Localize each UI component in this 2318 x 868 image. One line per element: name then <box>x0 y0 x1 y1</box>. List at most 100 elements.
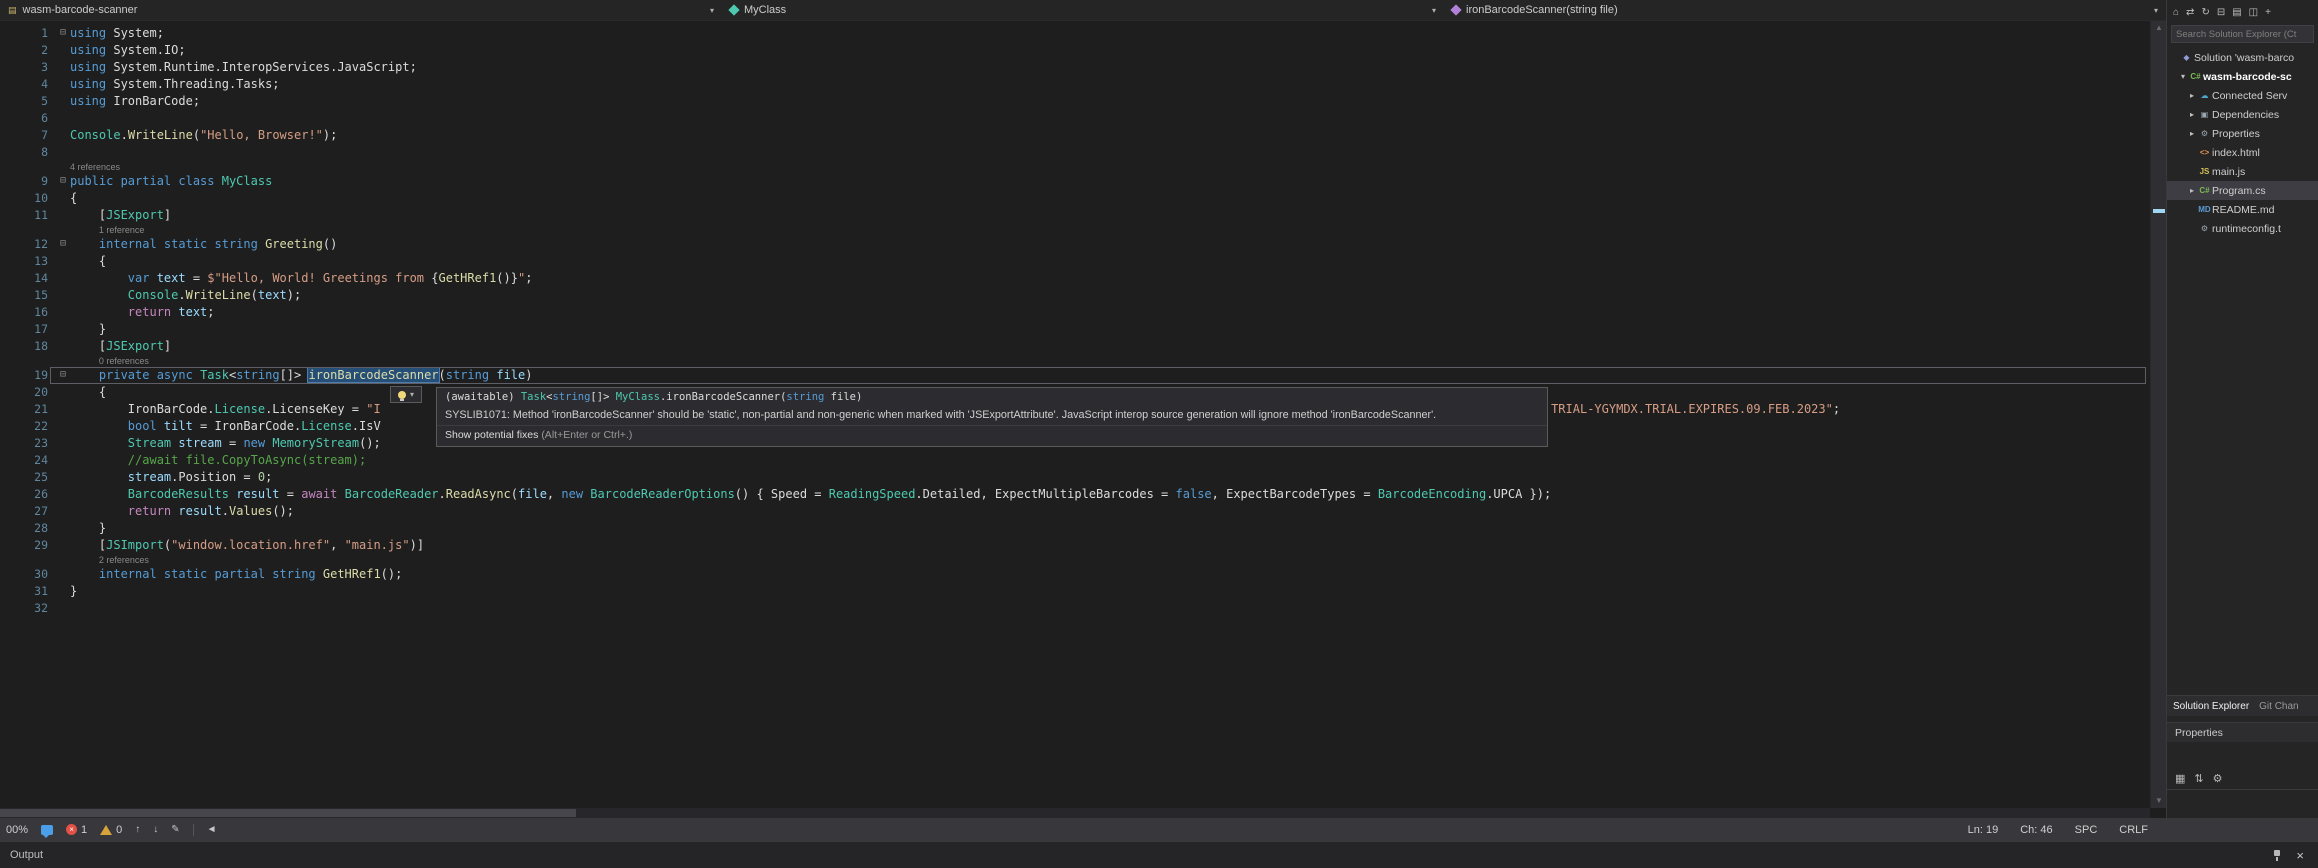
code-line-14[interactable]: 14 var text = $"Hello, World! Greetings … <box>0 270 2150 287</box>
line-number[interactable]: 20 <box>0 384 56 401</box>
codelens-references[interactable]: 4 references <box>0 161 2150 173</box>
tree-item-main-js[interactable]: JS main.js <box>2167 162 2318 181</box>
warning-count[interactable]: 0 <box>100 824 122 836</box>
sort-alphabetical-icon[interactable]: ⇅ <box>2194 772 2203 785</box>
code-line-17[interactable]: 17 } <box>0 321 2150 338</box>
code-line-29[interactable]: 29 [JSImport("window.location.href", "ma… <box>0 537 2150 554</box>
codelens-label[interactable]: 4 references <box>56 161 120 173</box>
code-line-2[interactable]: 2 using System.IO; <box>0 42 2150 59</box>
chevron-down-icon[interactable]: ▾ <box>2154 6 2158 15</box>
line-number[interactable]: 16 <box>0 304 56 321</box>
line-number[interactable]: 13 <box>0 253 56 270</box>
code-line-13[interactable]: 13 { <box>0 253 2150 270</box>
code-line-15[interactable]: 15 Console.WriteLine(text); <box>0 287 2150 304</box>
breadcrumb-type-dropdown[interactable]: MyClass ▾ <box>722 0 1444 20</box>
tree-item-index-html[interactable]: <> index.html <box>2167 143 2318 162</box>
zoom-level[interactable]: 00% <box>6 824 28 836</box>
code-line-5[interactable]: 5 using IronBarCode; <box>0 93 2150 110</box>
line-number[interactable]: 19 <box>0 367 56 384</box>
line-number[interactable]: 3 <box>0 59 56 76</box>
line-number[interactable]: 29 <box>0 537 56 554</box>
chevron-down-icon[interactable]: ▾ <box>1432 6 1436 15</box>
close-icon[interactable]: × <box>2296 849 2304 862</box>
line-number[interactable]: 2 <box>0 42 56 59</box>
line-number[interactable]: 1 <box>0 25 56 42</box>
code-line-24[interactable]: 24 //await file.CopyToAsync(stream); <box>0 452 2150 469</box>
line-number[interactable]: 21 <box>0 401 56 418</box>
code-line-10[interactable]: 10 { <box>0 190 2150 207</box>
feedback-icon[interactable] <box>41 824 54 838</box>
line-ending-indicator[interactable]: CRLF <box>2119 824 2148 836</box>
property-pages-icon[interactable]: ⚙ <box>2213 772 2223 785</box>
line-number[interactable]: 25 <box>0 469 56 486</box>
code-line-3[interactable]: 3 using System.Runtime.InteropServices.Ja… <box>0 59 2150 76</box>
line-number[interactable]: 24 <box>0 452 56 469</box>
code-line-16[interactable]: 16 return text; <box>0 304 2150 321</box>
scroll-up-icon[interactable]: ▲ <box>2151 21 2167 35</box>
quick-actions-lightbulb[interactable]: ▾ <box>390 386 422 403</box>
code-line-25[interactable]: 25 stream.Position = 0; <box>0 469 2150 486</box>
line-number[interactable]: 4 <box>0 76 56 93</box>
line-number[interactable]: 11 <box>0 207 56 224</box>
chevron-down-icon[interactable]: ▾ <box>410 390 414 399</box>
code-line-26[interactable]: 26 BarcodeResults result = await Barcode… <box>0 486 2150 503</box>
preview-selected-icon[interactable]: ◫ <box>2249 7 2258 18</box>
collapse-all-icon[interactable]: ⊟ <box>2217 7 2225 18</box>
line-number[interactable]: 12 <box>0 236 56 253</box>
tree-item-program-cs[interactable]: ▸ C# Program.cs <box>2167 181 2318 200</box>
line-number[interactable]: 6 <box>0 110 56 127</box>
line-number[interactable]: 9 <box>0 173 56 190</box>
tree-expander-icon[interactable]: ▸ <box>2187 186 2197 195</box>
pin-icon[interactable] <box>2272 849 2282 862</box>
highlighted-symbol[interactable]: ironBarcodeScanner <box>307 367 440 383</box>
line-number[interactable]: 23 <box>0 435 56 452</box>
code-line-27[interactable]: 27 return result.Values(); <box>0 503 2150 520</box>
tree-expander-icon[interactable]: ▸ <box>2187 91 2197 100</box>
show-potential-fixes-link[interactable]: Show potential fixes (Alt+Enter or Ctrl+… <box>437 425 1547 446</box>
line-number[interactable]: 14 <box>0 270 56 287</box>
line-number[interactable]: 31 <box>0 583 56 600</box>
code-line-28[interactable]: 28 } <box>0 520 2150 537</box>
codelens-references[interactable]: 0 references <box>0 355 2150 367</box>
code-line-32[interactable]: 32 <box>0 600 2150 617</box>
fix-link-label[interactable]: Show potential fixes <box>445 429 538 441</box>
scroll-down-icon[interactable]: ▼ <box>2151 794 2167 808</box>
codelens-references[interactable]: 1 reference <box>0 224 2150 236</box>
line-number[interactable]: 5 <box>0 93 56 110</box>
line-number[interactable]: 32 <box>0 600 56 617</box>
tree-item-dependencies[interactable]: ▸ ▣ Dependencies <box>2167 105 2318 124</box>
line-number[interactable]: 8 <box>0 144 56 161</box>
output-title[interactable]: Output <box>10 849 43 861</box>
pen-icon[interactable]: ✎ <box>171 824 179 835</box>
codelens-label[interactable]: 2 references <box>56 554 149 566</box>
code-line-30[interactable]: 30 internal static partial string GetHRe… <box>0 566 2150 583</box>
arrow-down-icon[interactable]: ↓ <box>153 824 158 835</box>
line-number[interactable]: 18 <box>0 338 56 355</box>
line-number[interactable]: 10 <box>0 190 56 207</box>
solution-search-input[interactable]: Search Solution Explorer (Ct <box>2171 25 2314 43</box>
line-number[interactable]: 17 <box>0 321 56 338</box>
add-icon[interactable]: + <box>2265 7 2271 18</box>
switch-views-icon[interactable]: ⇄ <box>2186 7 2194 18</box>
breadcrumb-member-dropdown[interactable]: ironBarcodeScanner(string file) ▾ <box>1444 0 2166 20</box>
refresh-icon[interactable]: ↻ <box>2201 7 2209 18</box>
back-icon[interactable]: ◄ <box>207 824 217 835</box>
code-line-19[interactable]: 19 ⊟ private async Task<string[]> ironBar… <box>0 367 2150 384</box>
fold-marker-icon[interactable]: ⊟ <box>56 367 70 384</box>
horizontal-scrollbar-thumb[interactable] <box>0 809 576 817</box>
fold-marker-icon[interactable]: ⊟ <box>56 236 70 253</box>
codelens-label[interactable]: 0 references <box>56 355 149 367</box>
tree-item-wasm-barcode-sc[interactable]: ▾ C# wasm-barcode-sc <box>2167 67 2318 86</box>
code-line-4[interactable]: 4 using System.Threading.Tasks; <box>0 76 2150 93</box>
fold-marker-icon[interactable]: ⊟ <box>56 173 70 190</box>
column-indicator[interactable]: Ch: 46 <box>2020 824 2052 836</box>
categorized-icon[interactable]: ▦ <box>2175 772 2185 785</box>
spaces-indicator[interactable]: SPC <box>2075 824 2098 836</box>
code-line-1[interactable]: 1 ⊟ using System; <box>0 25 2150 42</box>
code-editor[interactable]: 1 ⊟ using System; 2 using System.IO; 3 using S… <box>0 21 2150 808</box>
code-line-18[interactable]: 18 [JSExport] <box>0 338 2150 355</box>
line-number[interactable]: 26 <box>0 486 56 503</box>
line-number[interactable]: 7 <box>0 127 56 144</box>
tree-expander-icon[interactable]: ▸ <box>2187 129 2197 138</box>
line-number[interactable]: 22 <box>0 418 56 435</box>
